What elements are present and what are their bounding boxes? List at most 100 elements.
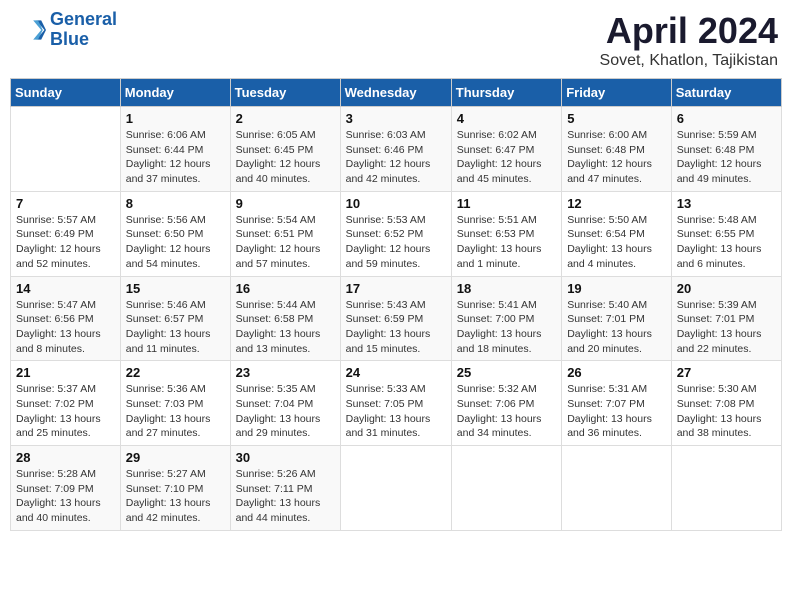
calendar-cell: 20Sunrise: 5:39 AM Sunset: 7:01 PM Dayli… xyxy=(671,276,781,361)
calendar-cell: 29 Sunrise: 5:27 AM Sunset: 7:10 PM Dayli… xyxy=(120,446,230,531)
day-info: Sunrise: 5:56 AM Sunset: 6:50 PM Dayligh… xyxy=(126,213,225,272)
calendar-cell: 28 Sunrise: 5:28 AM Sunset: 7:09 PM Dayli… xyxy=(11,446,121,531)
calendar-week-row: 14Sunrise: 5:47 AM Sunset: 6:56 PM Dayli… xyxy=(11,276,782,361)
logo-icon xyxy=(14,14,46,46)
day-info: Sunrise: 5:44 AM Sunset: 6:58 PM Dayligh… xyxy=(236,298,335,357)
calendar-week-row: 21 Sunrise: 5:37 AM Sunset: 7:02 PM Dayli… xyxy=(11,361,782,446)
day-number: 13 xyxy=(677,196,776,211)
calendar-cell: 15 Sunrise: 5:46 AM Sunset: 6:57 PM Dayli… xyxy=(120,276,230,361)
calendar-cell: 9 Sunrise: 5:54 AM Sunset: 6:51 PM Daylig… xyxy=(230,191,340,276)
calendar-cell: 19 Sunrise: 5:40 AM Sunset: 7:01 PM Dayli… xyxy=(562,276,672,361)
day-info: Sunrise: 5:54 AM Sunset: 6:51 PM Dayligh… xyxy=(236,213,335,272)
weekday-header-tuesday: Tuesday xyxy=(230,79,340,107)
calendar-cell: 17Sunrise: 5:43 AM Sunset: 6:59 PM Dayli… xyxy=(340,276,451,361)
main-title: April 2024 xyxy=(600,10,778,52)
day-info: Sunrise: 5:40 AM Sunset: 7:01 PM Dayligh… xyxy=(567,298,666,357)
day-number: 9 xyxy=(236,196,335,211)
calendar-table: SundayMondayTuesdayWednesdayThursdayFrid… xyxy=(10,78,782,531)
day-info: Sunrise: 5:48 AM Sunset: 6:55 PM Dayligh… xyxy=(677,213,776,272)
day-info: Sunrise: 5:31 AM Sunset: 7:07 PM Dayligh… xyxy=(567,382,666,441)
day-number: 26 xyxy=(567,365,666,380)
day-number: 30 xyxy=(236,450,335,465)
calendar-cell: 13 Sunrise: 5:48 AM Sunset: 6:55 PM Dayli… xyxy=(671,191,781,276)
title-block: April 2024 Sovet, Khatlon, Tajikistan xyxy=(600,10,778,70)
day-number: 3 xyxy=(346,111,446,126)
day-number: 1 xyxy=(126,111,225,126)
day-info: Sunrise: 6:03 AM Sunset: 6:46 PM Dayligh… xyxy=(346,128,446,187)
day-info: Sunrise: 5:33 AM Sunset: 7:05 PM Dayligh… xyxy=(346,382,446,441)
weekday-header-wednesday: Wednesday xyxy=(340,79,451,107)
calendar-cell: 3 Sunrise: 6:03 AM Sunset: 6:46 PM Daylig… xyxy=(340,107,451,192)
calendar-cell: 5Sunrise: 6:00 AM Sunset: 6:48 PM Daylig… xyxy=(562,107,672,192)
day-number: 21 xyxy=(16,365,115,380)
day-number: 7 xyxy=(16,196,115,211)
location-subtitle: Sovet, Khatlon, Tajikistan xyxy=(600,52,778,70)
calendar-cell: 23 Sunrise: 5:35 AM Sunset: 7:04 PM Dayli… xyxy=(230,361,340,446)
day-number: 6 xyxy=(677,111,776,126)
day-info: Sunrise: 5:47 AM Sunset: 6:56 PM Dayligh… xyxy=(16,298,115,357)
day-info: Sunrise: 5:28 AM Sunset: 7:09 PM Dayligh… xyxy=(16,467,115,526)
day-number: 10 xyxy=(346,196,446,211)
day-number: 8 xyxy=(126,196,225,211)
day-number: 15 xyxy=(126,281,225,296)
calendar-cell: 7 Sunrise: 5:57 AM Sunset: 6:49 PM Daylig… xyxy=(11,191,121,276)
day-info: Sunrise: 5:32 AM Sunset: 7:06 PM Dayligh… xyxy=(457,382,556,441)
calendar-cell xyxy=(451,446,561,531)
day-info: Sunrise: 6:02 AM Sunset: 6:47 PM Dayligh… xyxy=(457,128,556,187)
calendar-cell: 22 Sunrise: 5:36 AM Sunset: 7:03 PM Dayli… xyxy=(120,361,230,446)
calendar-cell: 8 Sunrise: 5:56 AM Sunset: 6:50 PM Daylig… xyxy=(120,191,230,276)
page-header: General Blue April 2024 Sovet, Khatlon, … xyxy=(10,10,782,70)
day-info: Sunrise: 5:51 AM Sunset: 6:53 PM Dayligh… xyxy=(457,213,556,272)
calendar-cell: 12 Sunrise: 5:50 AM Sunset: 6:54 PM Dayli… xyxy=(562,191,672,276)
day-number: 12 xyxy=(567,196,666,211)
day-number: 17 xyxy=(346,281,446,296)
day-info: Sunrise: 5:35 AM Sunset: 7:04 PM Dayligh… xyxy=(236,382,335,441)
calendar-cell: 2 Sunrise: 6:05 AM Sunset: 6:45 PM Daylig… xyxy=(230,107,340,192)
calendar-cell: 10Sunrise: 5:53 AM Sunset: 6:52 PM Dayli… xyxy=(340,191,451,276)
day-info: Sunrise: 5:37 AM Sunset: 7:02 PM Dayligh… xyxy=(16,382,115,441)
calendar-cell: 1 Sunrise: 6:06 AM Sunset: 6:44 PM Daylig… xyxy=(120,107,230,192)
logo-text: General Blue xyxy=(50,10,117,50)
weekday-header-sunday: Sunday xyxy=(11,79,121,107)
calendar-cell xyxy=(671,446,781,531)
calendar-cell: 25 Sunrise: 5:32 AM Sunset: 7:06 PM Dayli… xyxy=(451,361,561,446)
calendar-cell: 16 Sunrise: 5:44 AM Sunset: 6:58 PM Dayli… xyxy=(230,276,340,361)
calendar-cell: 21 Sunrise: 5:37 AM Sunset: 7:02 PM Dayli… xyxy=(11,361,121,446)
calendar-week-row: 7 Sunrise: 5:57 AM Sunset: 6:49 PM Daylig… xyxy=(11,191,782,276)
day-info: Sunrise: 5:46 AM Sunset: 6:57 PM Dayligh… xyxy=(126,298,225,357)
day-info: Sunrise: 5:27 AM Sunset: 7:10 PM Dayligh… xyxy=(126,467,225,526)
weekday-header-thursday: Thursday xyxy=(451,79,561,107)
calendar-week-row: 28 Sunrise: 5:28 AM Sunset: 7:09 PM Dayli… xyxy=(11,446,782,531)
day-number: 25 xyxy=(457,365,556,380)
calendar-cell: 27Sunrise: 5:30 AM Sunset: 7:08 PM Dayli… xyxy=(671,361,781,446)
day-info: Sunrise: 5:57 AM Sunset: 6:49 PM Dayligh… xyxy=(16,213,115,272)
day-info: Sunrise: 6:06 AM Sunset: 6:44 PM Dayligh… xyxy=(126,128,225,187)
day-info: Sunrise: 5:26 AM Sunset: 7:11 PM Dayligh… xyxy=(236,467,335,526)
day-info: Sunrise: 5:59 AM Sunset: 6:48 PM Dayligh… xyxy=(677,128,776,187)
weekday-header-friday: Friday xyxy=(562,79,672,107)
calendar-header-row: SundayMondayTuesdayWednesdayThursdayFrid… xyxy=(11,79,782,107)
day-number: 29 xyxy=(126,450,225,465)
calendar-cell: 14Sunrise: 5:47 AM Sunset: 6:56 PM Dayli… xyxy=(11,276,121,361)
day-info: Sunrise: 6:05 AM Sunset: 6:45 PM Dayligh… xyxy=(236,128,335,187)
calendar-cell: 24Sunrise: 5:33 AM Sunset: 7:05 PM Dayli… xyxy=(340,361,451,446)
day-number: 16 xyxy=(236,281,335,296)
calendar-cell: 11Sunrise: 5:51 AM Sunset: 6:53 PM Dayli… xyxy=(451,191,561,276)
calendar-cell xyxy=(340,446,451,531)
day-info: Sunrise: 5:36 AM Sunset: 7:03 PM Dayligh… xyxy=(126,382,225,441)
calendar-cell xyxy=(11,107,121,192)
day-info: Sunrise: 5:50 AM Sunset: 6:54 PM Dayligh… xyxy=(567,213,666,272)
day-info: Sunrise: 5:39 AM Sunset: 7:01 PM Dayligh… xyxy=(677,298,776,357)
day-number: 28 xyxy=(16,450,115,465)
logo: General Blue xyxy=(14,10,117,50)
calendar-cell: 4Sunrise: 6:02 AM Sunset: 6:47 PM Daylig… xyxy=(451,107,561,192)
calendar-cell: 30 Sunrise: 5:26 AM Sunset: 7:11 PM Dayli… xyxy=(230,446,340,531)
day-number: 2 xyxy=(236,111,335,126)
day-number: 19 xyxy=(567,281,666,296)
day-number: 18 xyxy=(457,281,556,296)
day-number: 22 xyxy=(126,365,225,380)
weekday-header-monday: Monday xyxy=(120,79,230,107)
calendar-cell: 6 Sunrise: 5:59 AM Sunset: 6:48 PM Daylig… xyxy=(671,107,781,192)
day-number: 23 xyxy=(236,365,335,380)
day-info: Sunrise: 5:30 AM Sunset: 7:08 PM Dayligh… xyxy=(677,382,776,441)
